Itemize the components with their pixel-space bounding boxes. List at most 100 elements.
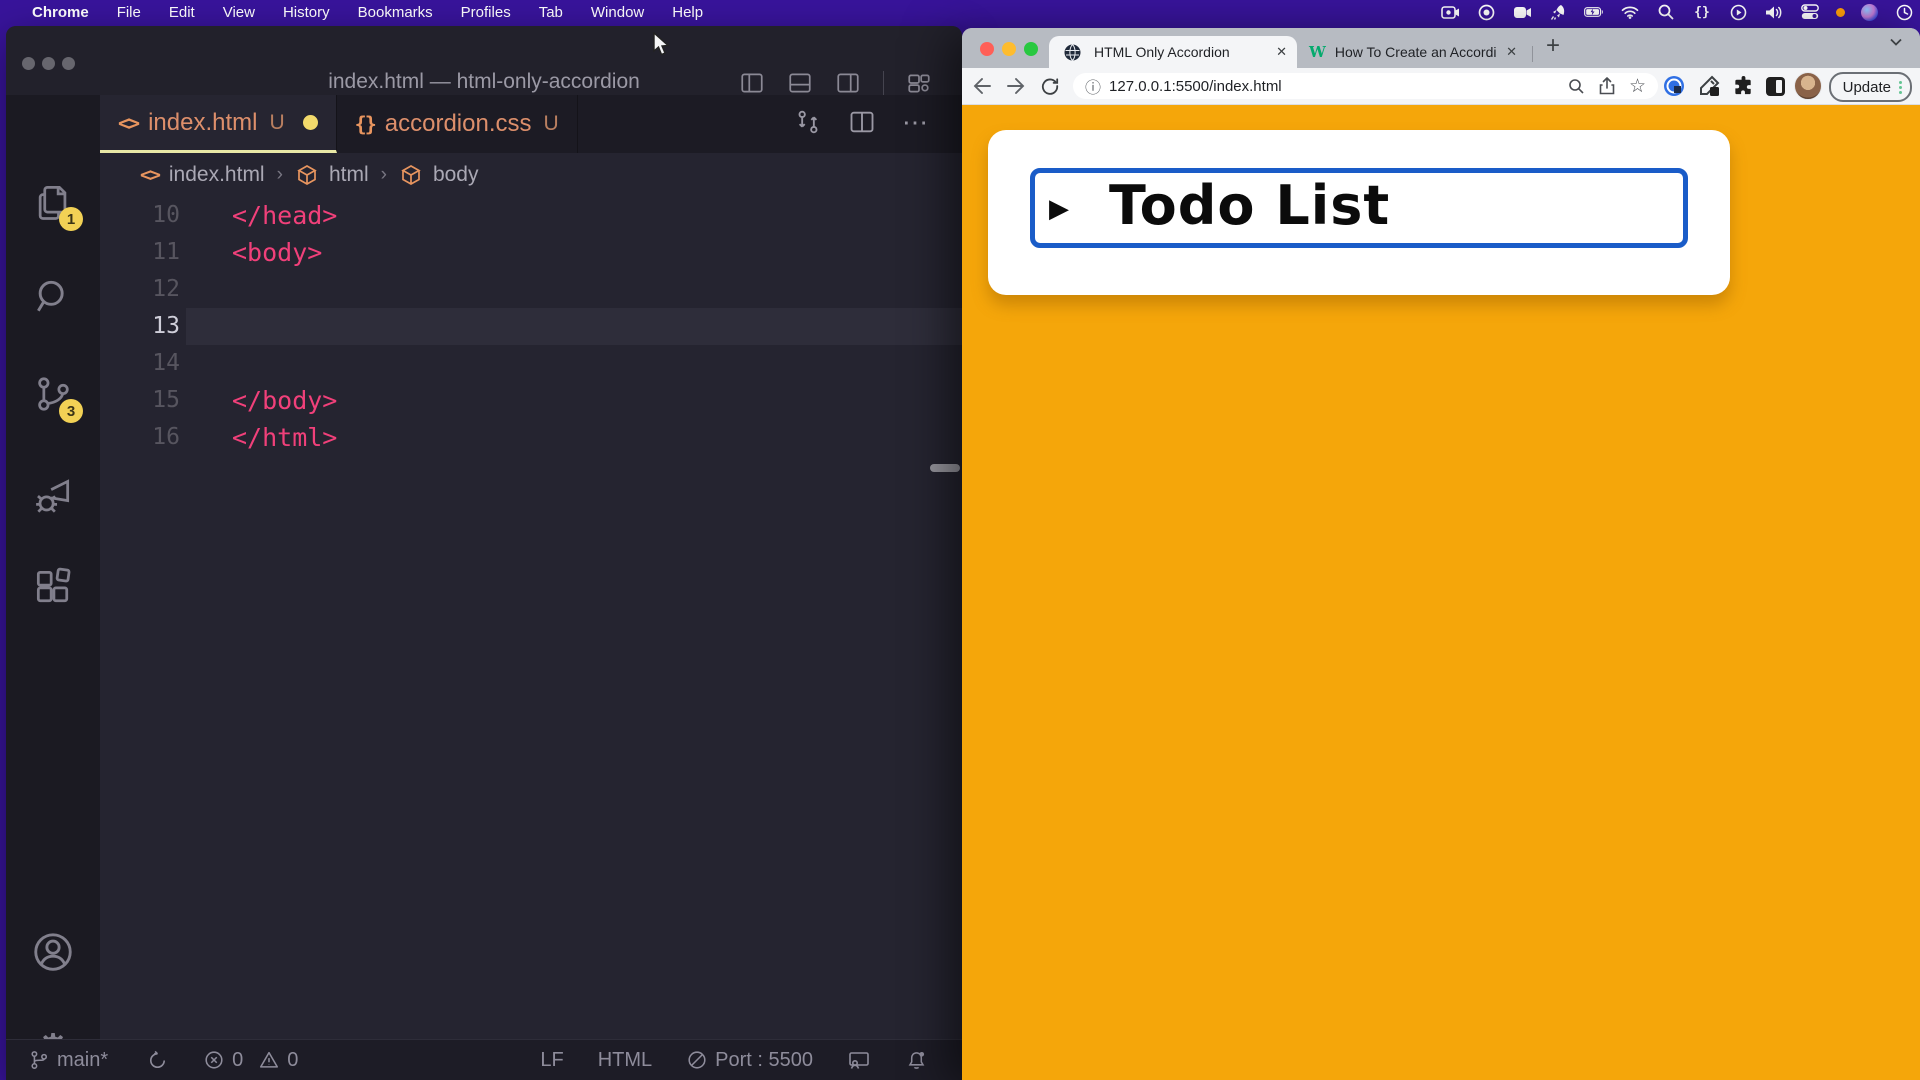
w3schools-favicon: W [1309, 43, 1326, 61]
tab-git-status: U [543, 112, 558, 136]
browser-tab-active[interactable]: HTML Only Accordion ✕ [1049, 36, 1297, 68]
back-button[interactable] [968, 72, 996, 100]
chrome-menu-icon[interactable] [1899, 81, 1902, 94]
code-line-active[interactable]: 13 [100, 308, 962, 345]
tab-git-status: U [269, 111, 284, 135]
menu-chrome[interactable]: Chrome [18, 4, 103, 21]
menu-view[interactable]: View [209, 4, 269, 21]
close-tab-icon[interactable]: ✕ [1496, 44, 1527, 60]
tab-index-html[interactable]: <> index.html U [100, 95, 337, 153]
menu-bookmarks[interactable]: Bookmarks [344, 4, 447, 21]
sync-item[interactable] [146, 1049, 169, 1072]
source-control-icon[interactable]: 3 [29, 370, 77, 418]
battery-icon[interactable] [1584, 2, 1604, 22]
tab-accordion-css[interactable]: {} accordion.css U [337, 95, 578, 153]
profile-avatar[interactable] [1794, 72, 1822, 100]
clock-icon[interactable] [1894, 2, 1914, 22]
more-actions-icon[interactable]: ⋯ [902, 117, 928, 127]
bookmark-star-icon[interactable]: ☆ [1629, 77, 1646, 96]
run-debug-icon[interactable] [29, 473, 77, 521]
search-icon[interactable] [29, 273, 77, 321]
symbol-cube-icon [399, 163, 423, 187]
code-line[interactable]: 16</html> [100, 419, 962, 456]
toggle-panel-right-icon[interactable] [835, 70, 861, 96]
dark-reader-extension-icon[interactable] [1762, 73, 1788, 99]
code-line[interactable]: 11<body> [100, 234, 962, 271]
play-circle-icon[interactable] [1728, 2, 1748, 22]
code-line[interactable]: 12 [100, 271, 962, 308]
zoom-icon[interactable] [1568, 78, 1585, 95]
menu-profiles[interactable]: Profiles [447, 4, 525, 21]
html-file-icon: <> [118, 111, 138, 135]
siri-icon[interactable] [1861, 4, 1878, 21]
problems-item[interactable]: 0 0 [203, 1049, 298, 1072]
breadcrumb-body[interactable]: body [433, 163, 479, 187]
video-camera-icon[interactable] [1512, 2, 1532, 22]
extension-blue-icon[interactable] [1661, 73, 1687, 99]
window-close-button[interactable] [980, 42, 994, 56]
record-icon[interactable] [1476, 2, 1496, 22]
control-center-icon[interactable] [1800, 2, 1820, 22]
code-editor[interactable]: 10</head> 11<body> 12 13 14 15</body> 16… [100, 197, 962, 1040]
reload-button[interactable] [1036, 72, 1064, 100]
toggle-panel-left-icon[interactable] [739, 70, 765, 96]
search-icon[interactable] [1656, 2, 1676, 22]
window-zoom-button[interactable] [62, 57, 75, 70]
volume-icon[interactable] [1764, 2, 1784, 22]
rocket-icon[interactable] [1548, 2, 1568, 22]
eol-indicator[interactable]: LF [540, 1049, 563, 1072]
share-icon[interactable] [1599, 77, 1615, 95]
menu-window[interactable]: Window [577, 4, 658, 21]
account-icon[interactable] [29, 928, 77, 976]
live-server-port[interactable]: Port : 5500 [686, 1049, 813, 1072]
unsaved-dot-icon[interactable] [303, 115, 318, 130]
split-editor-icon[interactable] [848, 108, 876, 136]
code-line[interactable]: 14 [100, 345, 962, 382]
window-zoom-button[interactable] [1024, 42, 1038, 56]
window-close-button[interactable] [22, 57, 35, 70]
extensions-puzzle-icon[interactable] [1730, 73, 1756, 99]
open-changes-icon[interactable] [794, 108, 822, 136]
explorer-icon[interactable]: 1 [29, 178, 77, 226]
remote-session-icon[interactable] [847, 1048, 871, 1072]
accordion-summary[interactable]: ▶ Todo List [1030, 168, 1688, 248]
menu-tab[interactable]: Tab [525, 4, 577, 21]
site-info-icon[interactable]: ⓘ [1085, 74, 1101, 98]
menu-help[interactable]: Help [658, 4, 717, 21]
new-tab-button[interactable]: + [1546, 32, 1560, 60]
menu-edit[interactable]: Edit [155, 4, 209, 21]
git-branch-item[interactable]: main* [28, 1049, 108, 1072]
notifications-bell-icon[interactable] [905, 1049, 928, 1072]
color-picker-extension-icon[interactable] [1696, 73, 1722, 99]
window-minimize-button[interactable] [1002, 42, 1016, 56]
window-minimize-button[interactable] [42, 57, 55, 70]
tab-search-chevron-icon[interactable] [1890, 38, 1902, 46]
screen-record-icon[interactable] [1440, 2, 1460, 22]
recording-indicator-dot [1836, 8, 1845, 17]
code-line[interactable]: 10</head> [100, 197, 962, 234]
url-text: 127.0.0.1:5500/index.html [1109, 78, 1282, 95]
update-chrome-button[interactable]: Update [1829, 72, 1912, 102]
address-bar-actions: ☆ [1568, 77, 1658, 96]
disclosure-triangle-icon[interactable]: ▶ [1049, 193, 1069, 224]
titlebar-separator [883, 71, 884, 95]
scrollbar-grip[interactable] [930, 464, 960, 472]
menu-file[interactable]: File [103, 4, 155, 21]
language-mode[interactable]: HTML [598, 1049, 652, 1072]
branch-name: main* [57, 1049, 108, 1072]
braces-menu-icon[interactable]: {} [1692, 2, 1712, 22]
menubar-menus: Chrome File Edit View History Bookmarks … [0, 4, 717, 21]
code-line[interactable]: 15</body> [100, 382, 962, 419]
close-tab-icon[interactable]: ✕ [1266, 44, 1297, 60]
customize-layout-icon[interactable] [906, 70, 932, 96]
extensions-icon[interactable] [29, 563, 77, 611]
address-bar[interactable]: ⓘ 127.0.0.1:5500/index.html ☆ [1073, 73, 1658, 99]
browser-tab-inactive[interactable]: W How To Create an Accordion ✕ [1297, 36, 1527, 68]
forward-button[interactable] [1002, 72, 1030, 100]
toggle-panel-bottom-icon[interactable] [787, 70, 813, 96]
wifi-icon[interactable] [1620, 2, 1640, 22]
chrome-tab-strip: HTML Only Accordion ✕ W How To Create an… [962, 28, 1920, 68]
menu-history[interactable]: History [269, 4, 344, 21]
breadcrumb-html[interactable]: html [329, 163, 369, 187]
breadcrumb-file[interactable]: index.html [169, 163, 265, 187]
